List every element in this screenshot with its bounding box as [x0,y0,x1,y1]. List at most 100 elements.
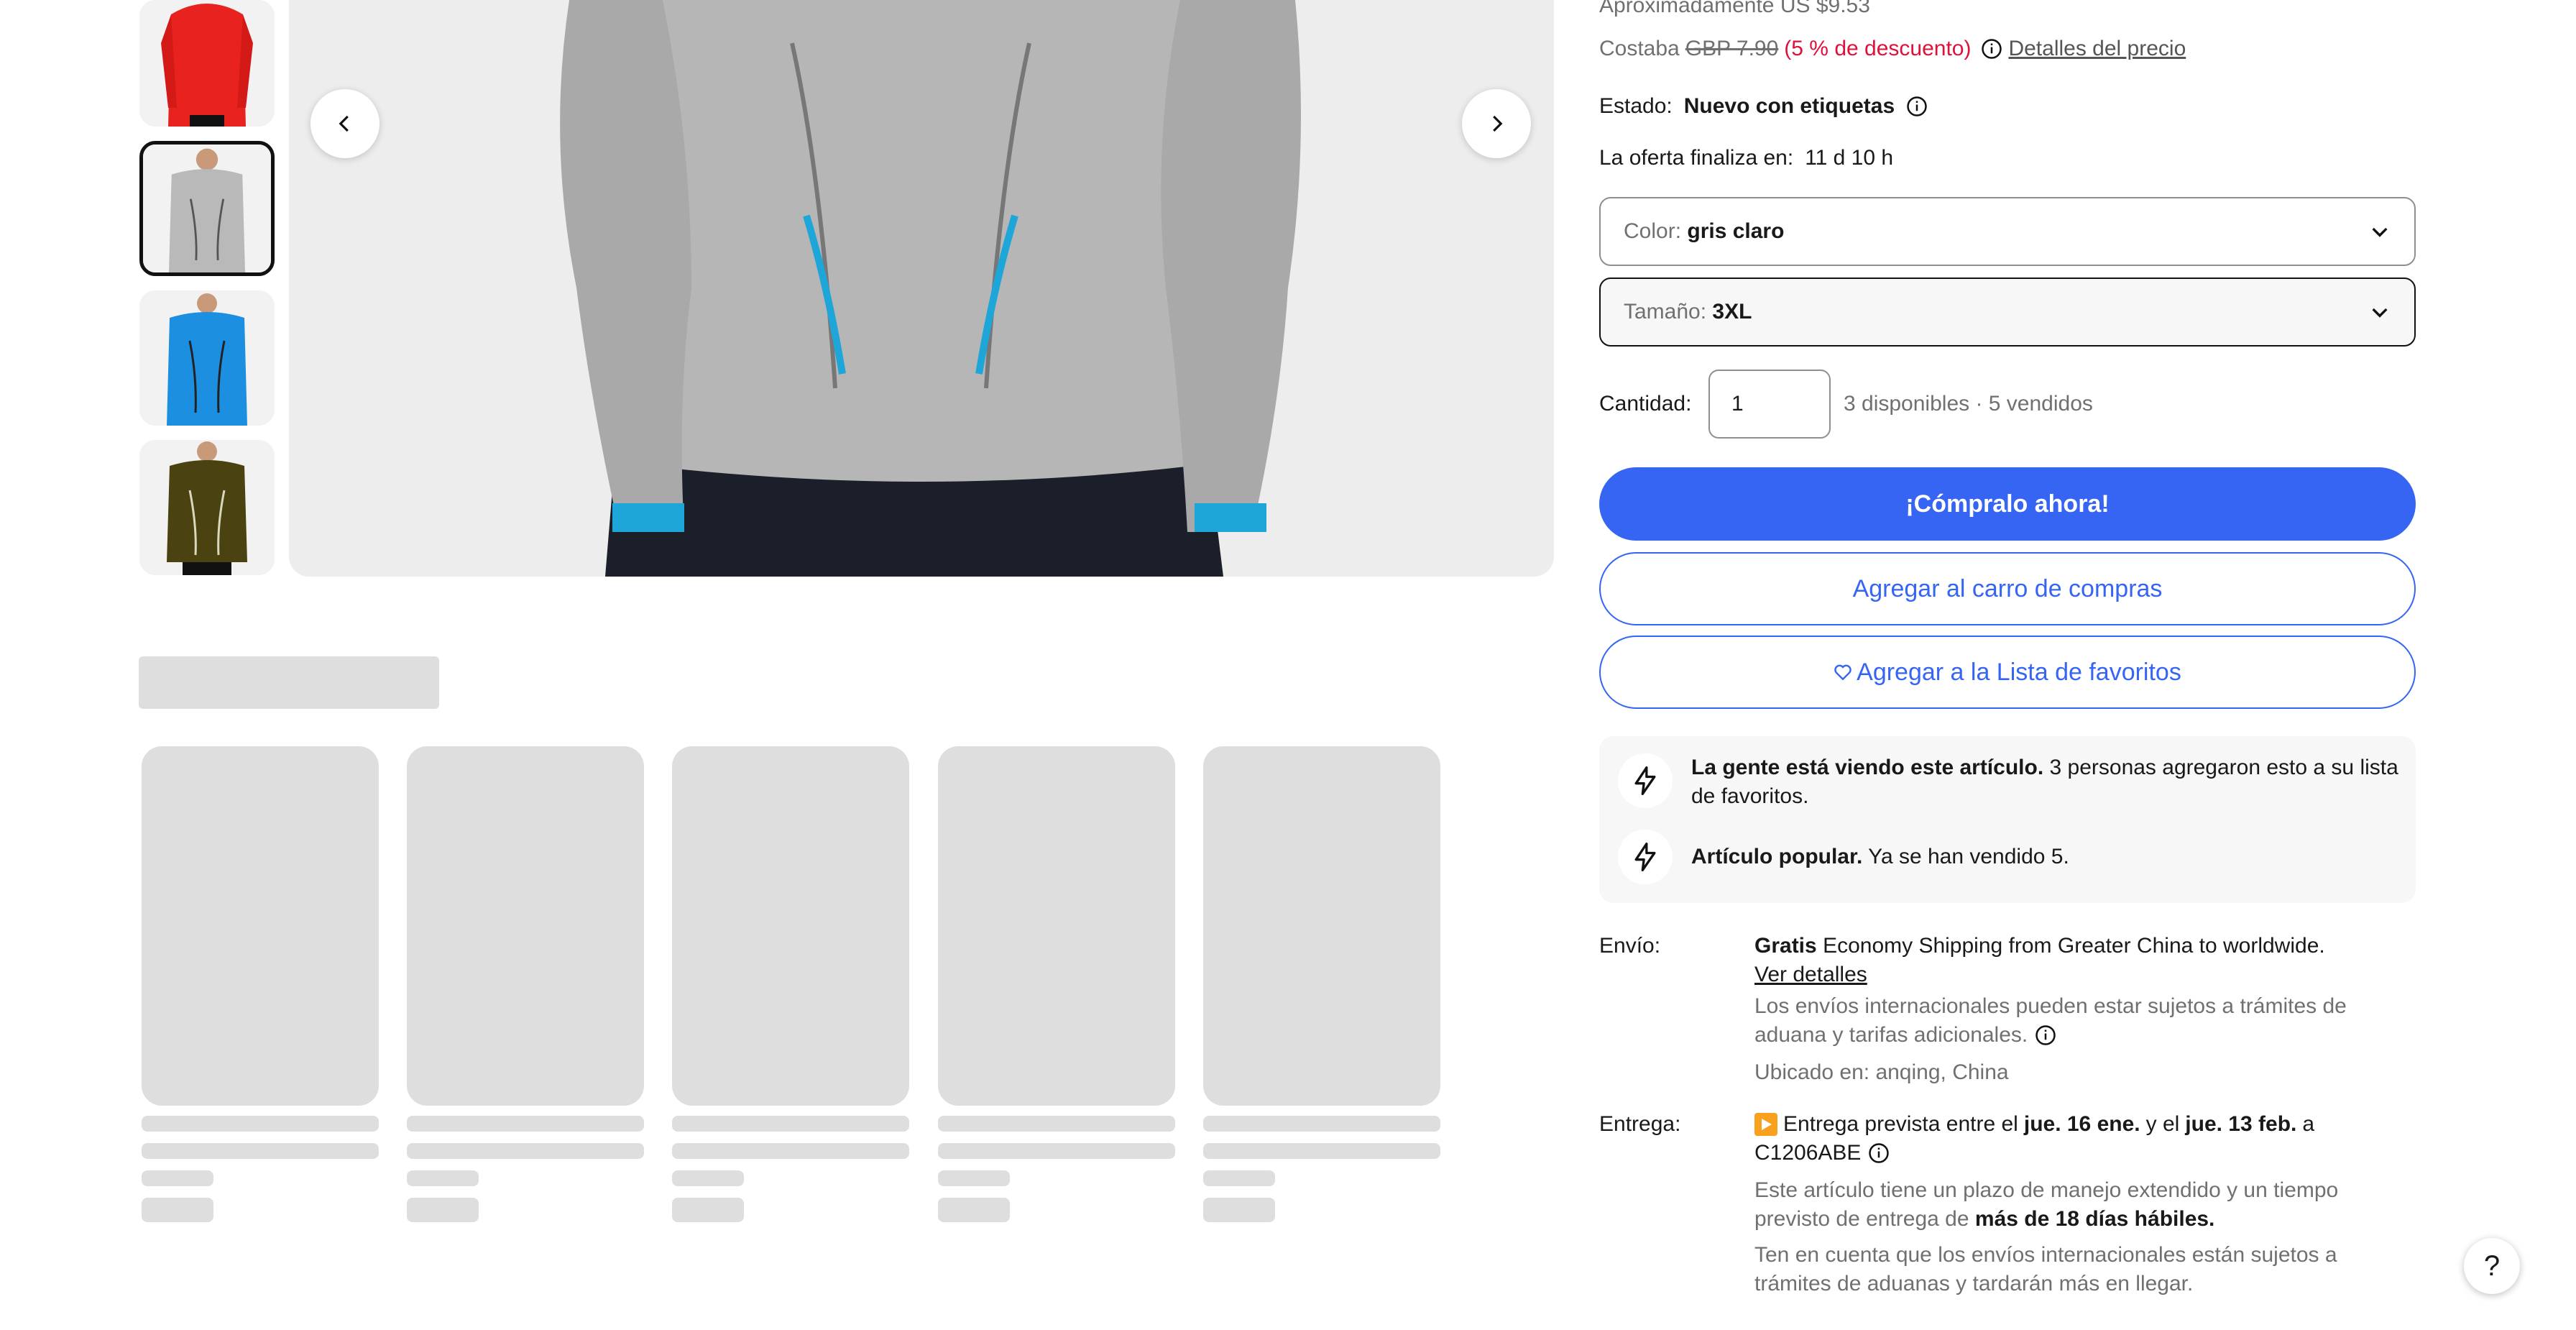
shipping-label: Envío: [1599,934,1661,958]
buy-now-label: ¡Cómpralo ahora! [1905,490,2110,518]
shirt-gray-image [143,145,271,272]
condition-label: Estado: [1599,94,1673,118]
next-image-button[interactable] [1462,89,1531,158]
skeleton-line [407,1143,644,1159]
skeleton-line [1203,1170,1275,1186]
popular-line: Artículo popular. Ya se han vendido 5. [1691,843,2069,871]
color-select-value: gris claro [1687,219,1785,243]
previous-image-button[interactable] [310,89,380,158]
original-price-row: Costaba GBP 7.90 (5 % de descuento) Deta… [1599,35,2186,63]
lightning-icon [1618,830,1673,884]
skeleton-card [407,746,644,1106]
skeleton-card [938,746,1175,1106]
color-select[interactable]: Color: gris claro [1599,197,2416,266]
buy-now-button[interactable]: ¡Cómpralo ahora! [1599,467,2416,541]
skeleton-line [1203,1116,1440,1132]
skeleton-line [142,1198,213,1222]
customs-line-2: aduana y tarifas adicionales. [1754,1021,2056,1050]
skeleton-line [672,1170,744,1186]
delivery-mid: y el [2145,1112,2180,1136]
customs-line-2-text: aduana y tarifas adicionales. [1754,1023,2028,1047]
shirt-olive-image [139,440,275,575]
add-to-cart-label: Agregar al carro de compras [1852,574,2163,602]
shipping-method: Gratis Economy Shipping from Greater Chi… [1754,932,2325,960]
lightning-icon [1618,753,1673,808]
skeleton-line [938,1116,1175,1132]
skeleton-line [142,1143,379,1159]
shirt-photo [289,0,1554,577]
chevron-right-icon [1493,115,1503,132]
cost-label: Costaba [1599,37,1680,60]
availability-text: 3 disponibles · 5 vendidos [1844,392,2093,416]
quantity-value: 1 [1731,392,1744,416]
skeleton-card [672,746,909,1106]
color-select-label: Color: [1624,219,1682,243]
condition-value: Nuevo con etiquetas [1683,94,1895,118]
offer-end-row: La oferta finaliza en: 11 d 10 h [1599,144,1893,173]
skeleton-line [142,1170,213,1186]
handling-pre: previsto de entrega de [1754,1207,1969,1231]
delivery-postal-code[interactable]: C1206ABE [1754,1139,1861,1168]
heart-icon [1834,664,1852,681]
skeleton-line [938,1198,1010,1222]
main-product-image[interactable] [289,0,1554,577]
skeleton-line [1203,1198,1275,1222]
help-button-label: ? [2483,1249,2501,1282]
popular-bold: Artículo popular. [1691,845,1863,868]
shirt-red-image [139,0,275,127]
approx-price: Aproximadamente US $9.53 [1599,0,1870,20]
delivery-label: Entrega: [1599,1112,1681,1136]
quantity-input[interactable]: 1 [1708,370,1831,439]
delivery-pre: Entrega prevista entre el [1783,1112,2018,1136]
watching-line-2: de favoritos. [1691,784,1809,808]
price-details-link[interactable]: Detalles del precio [2008,35,2186,63]
size-select[interactable]: Tamaño: 3XL [1599,278,2416,347]
original-price: GBP 7.90 [1685,37,1779,60]
watching-bold: La gente está viendo este artículo. [1691,756,2044,779]
shipping-free: Gratis [1754,934,1817,958]
add-to-watchlist-button[interactable]: Agregar a la Lista de favoritos [1599,636,2416,709]
watching-line-1: La gente está viendo este artículo. 3 pe… [1691,753,2398,782]
delivery-date-end: jue. 13 feb. [2185,1112,2297,1136]
shirt-blue-image [139,290,275,426]
handling-bold: más de 18 días hábiles. [1974,1207,2215,1231]
skeleton-line [938,1170,1010,1186]
approx-price-value: US $9.53 [1780,0,1870,17]
info-icon[interactable] [1906,96,1928,117]
help-button[interactable]: ? [2464,1238,2520,1294]
skeleton-line [407,1116,644,1132]
popular-rest: Ya se han vendido 5. [1868,845,2069,868]
delivery-date-start: jue. 16 ene. [2023,1112,2140,1136]
info-icon[interactable] [1981,38,2002,60]
offer-end-value: 11 d 10 h [1805,146,1894,170]
watchlist-label: Agregar a la Lista de favoritos [1857,658,2181,686]
approx-price-label: Aproximadamente [1599,0,1775,17]
chevron-down-icon [2372,227,2388,237]
urgency-panel: La gente está viendo este artículo. 3 pe… [1599,736,2416,903]
skeleton-line [672,1116,909,1132]
watching-rest: 3 personas agregaron esto a su lista [2049,756,2398,779]
info-icon[interactable] [2035,1024,2056,1046]
thumbnail-light-gray[interactable] [139,141,275,276]
delivery-estimate-line-2: C1206ABE [1754,1139,1890,1168]
delivery-post: a [2302,1112,2315,1136]
size-select-value: 3XL [1712,300,1752,324]
intl-line-2: trámites de aduanas y tardarán más en ll… [1754,1272,2194,1295]
skeleton-line [407,1198,479,1222]
skeleton-line [407,1170,479,1186]
handling-line-2: previsto de entrega de más de 18 días há… [1754,1205,2214,1234]
quantity-label: Cantidad: [1599,392,1692,416]
skeleton-line [1203,1143,1440,1159]
thumbnail-olive[interactable] [139,440,275,575]
info-icon[interactable] [1868,1142,1890,1164]
intl-line-1: Ten en cuenta que los envíos internacion… [1754,1243,2337,1267]
chevron-left-icon [339,115,349,132]
condition-row: Estado: Nuevo con etiquetas [1599,92,1928,121]
add-to-cart-button[interactable]: Agregar al carro de compras [1599,552,2416,625]
skeleton-line [672,1198,744,1222]
thumbnail-blue[interactable] [139,290,275,426]
shipping-method-text: Economy Shipping from Greater China to w… [1823,934,2325,958]
skeleton-card [142,746,379,1106]
thumbnail-red[interactable] [139,0,275,127]
shipping-details-link[interactable]: Ver detalles [1754,960,1867,989]
